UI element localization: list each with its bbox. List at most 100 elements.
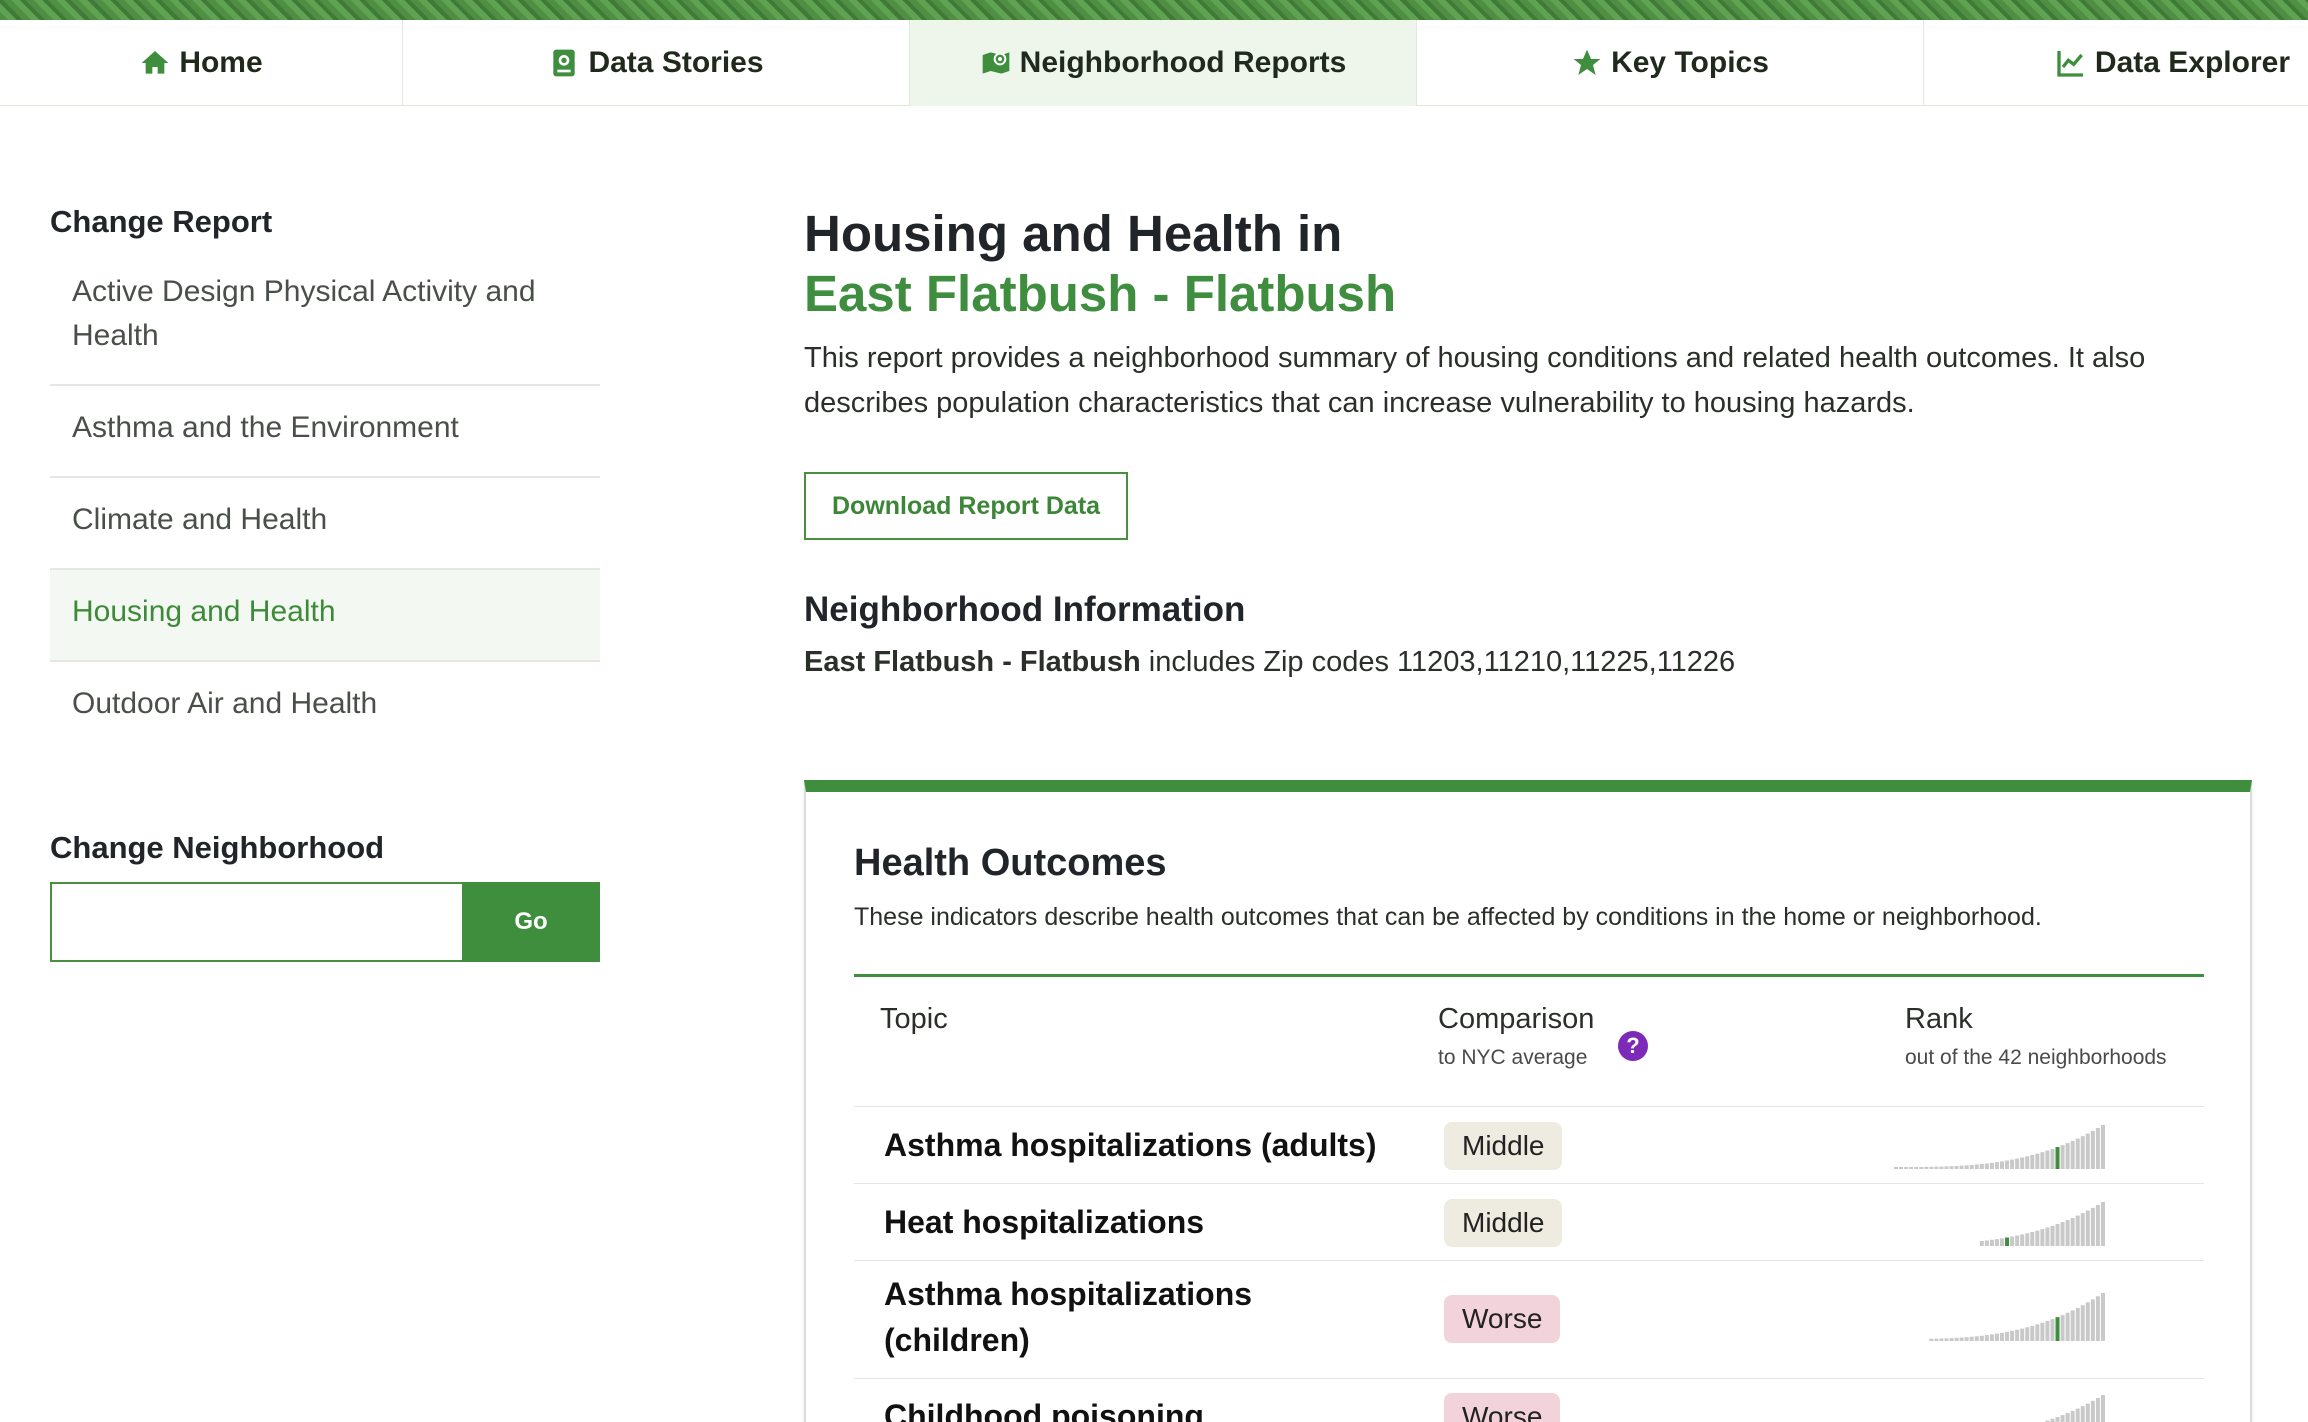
rank-bar [1964,1165,1969,1169]
book-icon [553,49,576,77]
nav-key-topics[interactable]: Key Topics [1417,20,1924,106]
rank-bar [2010,1236,2015,1246]
rank-highlight-bar [2055,1147,2060,1169]
rank-bar [1969,1336,1974,1341]
rank-bar [1924,1166,1929,1169]
report-item-housing-health[interactable]: Housing and Health [50,570,600,662]
rank-bar [2095,1296,2100,1341]
neighborhood-input[interactable] [50,882,462,962]
rank-highlight-bar [2005,1237,2010,1246]
rank-bar [1994,1162,1999,1169]
col-topic: Topic [880,1003,948,1036]
rank-bar [2020,1157,2025,1169]
rank-bar [2085,1302,2090,1341]
row-topic: Asthma hospitalizations (children) [884,1276,1253,1358]
rank-bar [1949,1338,1954,1341]
nav-data-explorer[interactable]: Data Explorer [1924,20,2308,106]
col-topic-label: Topic [880,1003,948,1035]
row-topic: Heat hospitalizations [884,1204,1205,1240]
rank-bar [1994,1333,1999,1341]
row-topic: Childhood poisoning [884,1398,1204,1422]
table-row: Asthma hospitalizations (adults) Middle [854,1107,2204,1184]
rank-bar [2040,1322,2045,1341]
report-item-outdoor-air[interactable]: Outdoor Air and Health [50,662,600,752]
rank-bar [2050,1148,2055,1169]
change-report-heading: Change Report [50,204,273,239]
nav-neighborhood-reports[interactable]: Neighborhood Reports [910,20,1417,106]
page-title-text: Housing and Health in [804,205,1343,262]
top-banner [0,0,2308,20]
neighborhood-form: Go [50,882,600,962]
rank-bar [1969,1164,1974,1169]
rank-bar [2050,1319,2055,1341]
change-neighborhood-heading: Change Neighborhood [50,830,385,865]
nav-data-stories[interactable]: Data Stories [403,20,910,106]
rank-bar [2015,1158,2020,1169]
table-row: Heat hospitalizations Middle [854,1184,2204,1261]
rank-bar [2080,1136,2085,1169]
rank-bar [1979,1164,1984,1169]
col-comparison: Comparison to NYC average [1438,1003,1594,1070]
download-report-button[interactable]: Download Report Data [804,472,1129,540]
nav-home[interactable]: Home [0,20,403,106]
rank-bar [2025,1233,2030,1246]
rank-bar [1959,1337,1964,1341]
report-item-active-design[interactable]: Active Design Physical Activity and Heal… [50,270,600,386]
rank-bar [1979,1335,1984,1341]
rank-bar [2100,1125,2105,1169]
rank-bar [1904,1166,1909,1169]
col-rank: Rank out of the 42 neighborhoods [1905,1003,2167,1070]
rank-bar [2050,1225,2055,1246]
rank-bar [2065,1312,2070,1341]
rank-sparkline [2045,1395,2105,1422]
rank-bar [2045,1227,2050,1246]
rank-bar [2010,1159,2015,1169]
help-icon[interactable]: ? [1618,1031,1648,1061]
rank-bar [2085,1133,2090,1169]
report-list: Active Design Physical Activity and Heal… [50,270,600,752]
map-icon [982,52,1010,74]
rank-bar [2000,1332,2004,1341]
rank-bar [2045,1320,2050,1341]
rank-bar [2090,1130,2095,1169]
nav-key-topics-label: Key Topics [1611,46,1769,79]
health-outcomes-table: Topic Comparison to NYC average ? Rank o… [854,974,2204,1422]
rank-bar [2030,1232,2035,1246]
rank-bar [2035,1153,2040,1169]
rank-bar [1949,1166,1954,1169]
line-chart-icon [2057,51,2083,77]
rank-bar [2055,1224,2060,1246]
rank-bar [2080,1213,2085,1246]
rank-bar [2080,1305,2085,1341]
rank-bar [1894,1167,1898,1169]
report-item-asthma-environment[interactable]: Asthma and the Environment [50,386,600,478]
rank-bar [2045,1150,2050,1169]
rank-bar [1929,1338,1934,1341]
rank-bar [1974,1164,1979,1169]
rank-bar [2095,1127,2100,1169]
rank-bar [2020,1234,2025,1246]
report-item-climate-health[interactable]: Climate and Health [50,478,600,570]
rank-bar [2010,1330,2015,1341]
rank-bar [2085,1403,2090,1422]
rank-bar [2060,1315,2065,1341]
go-button[interactable]: Go [462,882,600,962]
rank-bar [1964,1337,1969,1341]
rank-bar [1989,1334,1994,1341]
table-row: Asthma hospitalizations (children) Worse [854,1261,2204,1379]
comparison-badge: Middle [1444,1199,1563,1247]
rank-bar [1984,1335,1989,1341]
comparison-badge: Worse [1444,1295,1561,1343]
rank-bar [2030,1325,2035,1341]
rank-bar [2090,1400,2095,1422]
rank-bar [1954,1337,1959,1341]
rank-bar [2060,1145,2065,1169]
rank-bar [1959,1165,1964,1169]
rank-bar [1909,1166,1914,1169]
nav-data-explorer-label: Data Explorer [2094,46,2290,79]
row-topic: Asthma hospitalizations (adults) [884,1127,1377,1163]
rank-bar [1934,1338,1939,1341]
neighborhood-info-name: East Flatbush - Flatbush [804,646,1141,678]
rank-bar [2040,1152,2045,1169]
rank-sparkline [1894,1125,2105,1169]
